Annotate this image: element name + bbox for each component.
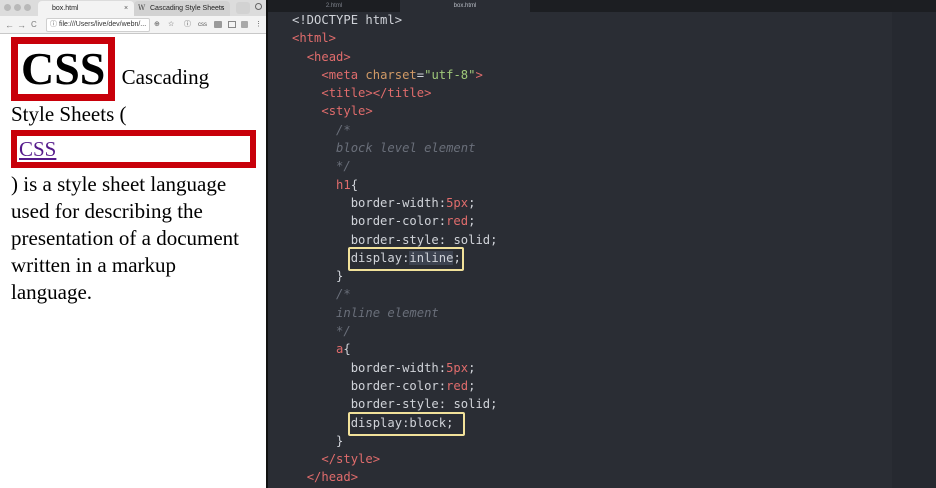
extension-icon[interactable]	[214, 21, 222, 28]
code-line: <title></title>	[321, 86, 432, 101]
new-tab-button[interactable]	[236, 2, 250, 14]
code-line: border-width:5px;	[350, 360, 476, 375]
tab-close-icon[interactable]: ×	[124, 1, 128, 16]
back-arrow-icon[interactable]: ←	[5, 19, 14, 31]
tab-label: box.html	[52, 5, 79, 12]
page-viewport: CSS Cascading Style Sheets ( CSS ) is a …	[0, 35, 266, 488]
browser-window: box.html × W Cascading Style Sheets × ← …	[0, 0, 266, 488]
tab-label: Cascading Style Sheets	[150, 5, 225, 12]
page-body: CSS Cascading Style Sheets ( CSS ) is a …	[11, 37, 256, 306]
window-close-dot[interactable]	[4, 4, 11, 11]
wikipedia-icon: W	[138, 4, 146, 12]
code-line: border-style: solid;	[350, 397, 498, 412]
info-extension-icon[interactable]: ⓘ	[184, 19, 191, 31]
forward-arrow-icon[interactable]: →	[17, 19, 26, 31]
browser-tab-cascading-style-sheets[interactable]: W Cascading Style Sheets ×	[134, 1, 230, 16]
zoom-icon[interactable]: ⊕	[154, 19, 160, 31]
bookmark-star-icon[interactable]: ☆	[168, 19, 174, 31]
code-line: </head>	[306, 470, 359, 485]
code-line: <meta charset="utf-8">	[321, 67, 483, 82]
code-line: <!DOCTYPE html>	[292, 13, 403, 27]
reload-icon[interactable]: C	[31, 19, 37, 31]
extension-icon[interactable]	[241, 21, 248, 28]
code-editor[interactable]: 2.html box.html <!DOCTYPE html> <html> <…	[268, 0, 936, 488]
description-text: ) is a style sheet language used for des…	[11, 172, 240, 304]
code-line: a{	[336, 342, 351, 357]
code-line: inline element	[336, 305, 439, 320]
menu-kebab-icon[interactable]: ⋮	[255, 19, 262, 31]
browser-toolbar: ← → C ⓘ file:///Users/live/dev/webn/... …	[0, 16, 266, 34]
profile-icon[interactable]	[255, 3, 262, 10]
address-bar[interactable]: ⓘ file:///Users/live/dev/webn/...	[46, 18, 150, 32]
browser-tab-bar: box.html × W Cascading Style Sheets ×	[0, 0, 266, 16]
page-heading-box: CSS	[11, 37, 116, 101]
window-minimize-dot[interactable]	[14, 4, 21, 11]
code-line: <head>	[306, 49, 351, 64]
code-line: border-width:5px;	[350, 195, 476, 210]
tab-close-icon[interactable]: ×	[220, 1, 224, 16]
css-link-box: CSS	[11, 130, 256, 168]
mail-extension-icon[interactable]	[228, 21, 236, 28]
code-line: border-color:red;	[350, 214, 476, 229]
display-block-highlight	[348, 412, 465, 436]
code-line: <html>	[292, 31, 337, 46]
browser-tab-box-html[interactable]: box.html ×	[38, 1, 134, 16]
address-url: file:///Users/live/dev/webn/...	[59, 21, 147, 28]
code-line: */	[336, 159, 351, 174]
code-line: border-color:red;	[350, 378, 476, 393]
page-info-icon[interactable]: ⓘ	[50, 19, 57, 31]
code-line: <style>	[321, 104, 373, 119]
css-link[interactable]: CSS	[19, 137, 56, 161]
window-zoom-dot[interactable]	[24, 4, 31, 11]
code-line: /*	[336, 122, 351, 137]
code-line: block level element	[336, 141, 476, 156]
code-line: </style>	[321, 452, 381, 467]
code-line: h1{	[336, 177, 359, 192]
css-extension-icon[interactable]: css	[198, 19, 207, 31]
code-line: */	[336, 324, 351, 339]
page-heading: CSS	[21, 43, 106, 94]
editor-minimap[interactable]	[892, 12, 936, 488]
code-line: /*	[336, 287, 351, 302]
display-inline-highlight	[348, 247, 464, 271]
